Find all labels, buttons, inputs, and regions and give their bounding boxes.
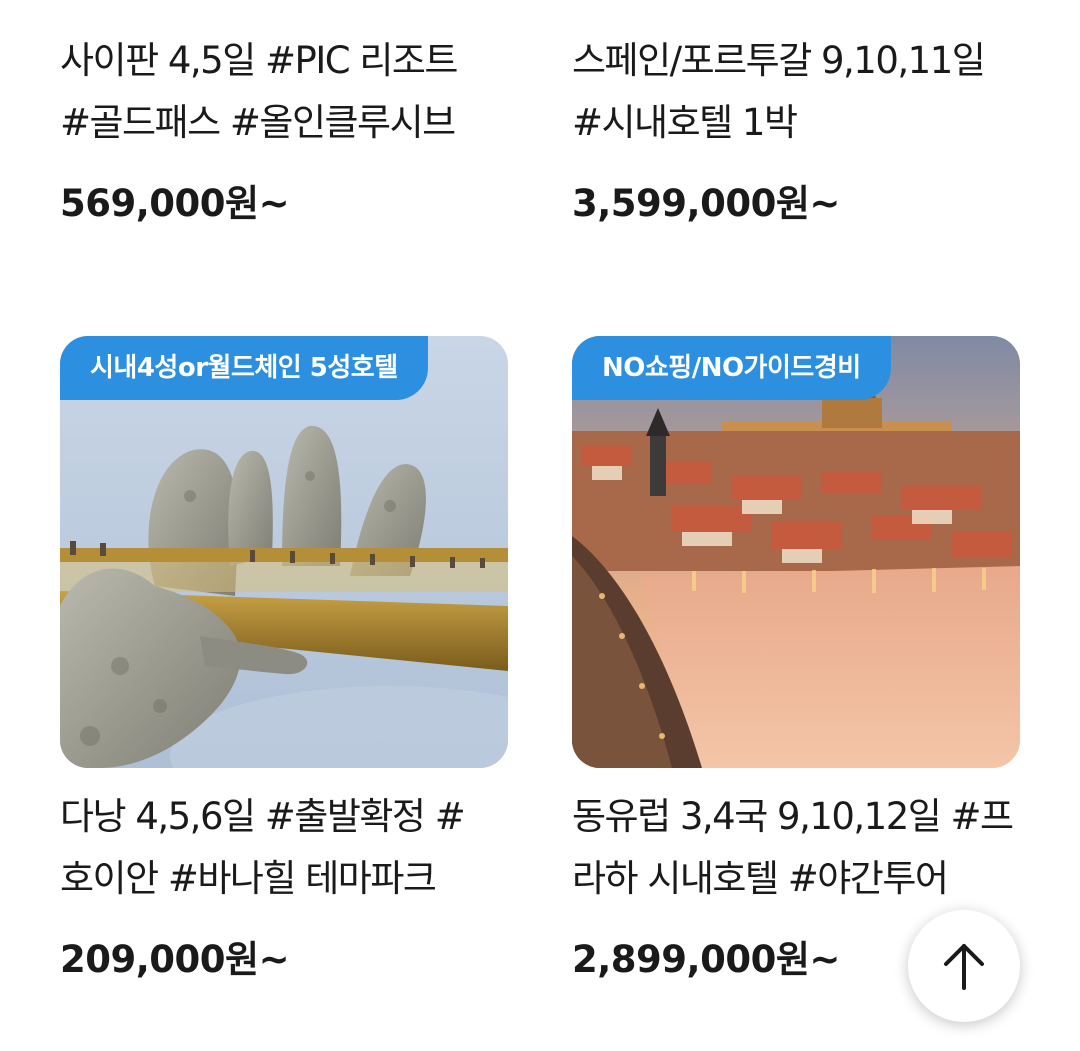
product-title-line1[interactable]: 사이판 4,5일 #PIC 리조트 (60, 30, 508, 92)
product-title-line1[interactable]: 다낭 4,5,6일 #출발확정 # (60, 786, 508, 848)
product-badge: NO쇼핑/NO가이드경비 (572, 336, 891, 400)
product-card[interactable]: 시내4성or월드체인 5성호텔 다낭 4,5,6일 #출발확정 # 호이안 #바… (60, 336, 508, 982)
product-title-line2[interactable]: #골드패스 #올인클루시브 (60, 92, 508, 154)
scroll-to-top-button[interactable] (908, 910, 1020, 1022)
golden-bridge-hands-photo (60, 336, 508, 768)
product-image[interactable]: NO쇼핑/NO가이드경비 (572, 336, 1020, 768)
prague-river-city-photo (572, 336, 1020, 768)
product-title-line1[interactable]: 동유럽 3,4국 9,10,12일 #프 (572, 786, 1020, 848)
product-badge: 시내4성or월드체인 5성호텔 (60, 336, 428, 400)
product-title-line2[interactable]: 라하 시내호텔 #야간투어 (572, 848, 1020, 910)
product-card[interactable]: 스페인/포르투갈 9,10,11일 #시내호텔 1박 3,599,000원~ (572, 30, 1020, 226)
product-title-line2[interactable]: 호이안 #바나힐 테마파크 (60, 848, 508, 910)
product-grid: 사이판 4,5일 #PIC 리조트 #골드패스 #올인클루시브 569,000원… (0, 0, 1080, 1051)
product-title-line2[interactable]: #시내호텔 1박 (572, 92, 1020, 154)
product-card[interactable]: 사이판 4,5일 #PIC 리조트 #골드패스 #올인클루시브 569,000원… (60, 30, 508, 226)
product-price: 3,599,000원~ (572, 182, 840, 225)
product-title-line1[interactable]: 스페인/포르투갈 9,10,11일 (572, 30, 1020, 92)
arrow-up-icon (944, 944, 984, 990)
product-image[interactable]: 시내4성or월드체인 5성호텔 (60, 336, 508, 768)
product-price: 209,000원~ (60, 938, 290, 981)
product-card[interactable]: NO쇼핑/NO가이드경비 동유럽 3,4국 9,10,12일 #프 라하 시내호… (572, 336, 1020, 982)
product-price: 569,000원~ (60, 182, 290, 225)
